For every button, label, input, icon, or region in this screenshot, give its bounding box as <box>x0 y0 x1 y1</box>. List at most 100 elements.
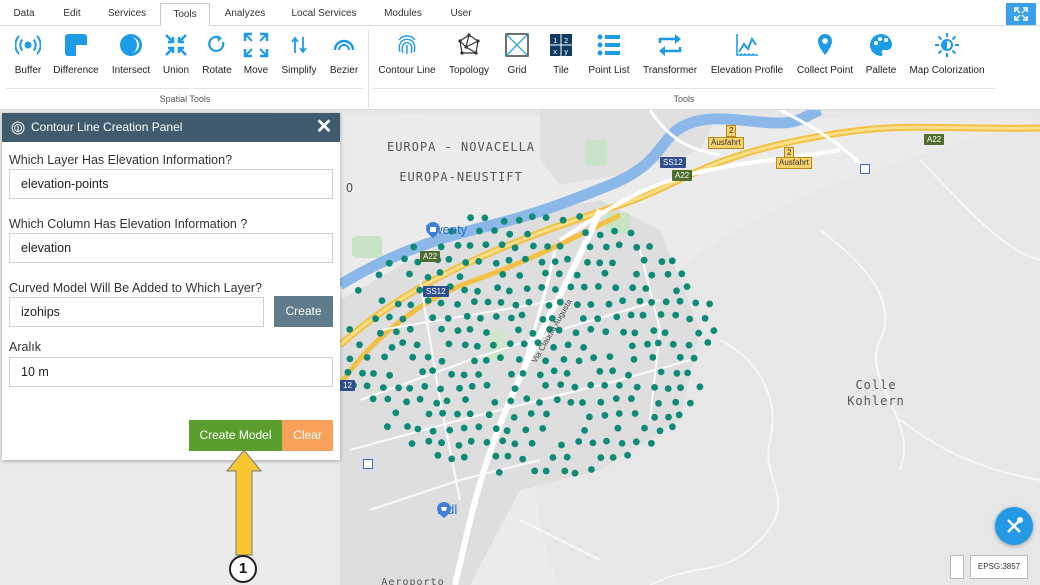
elevation-point <box>696 383 704 391</box>
elevation-point <box>631 329 639 337</box>
elevation-point <box>378 297 386 304</box>
elevation-point <box>370 370 377 377</box>
intersect-tool[interactable]: Intersect <box>108 32 154 80</box>
elevation-point <box>609 454 617 461</box>
elevation-point <box>406 270 413 278</box>
brightness-icon <box>935 33 959 57</box>
elevation-point <box>644 340 651 348</box>
elevation-point <box>613 313 621 321</box>
elevation-point <box>625 371 632 379</box>
elevation-point <box>385 259 393 267</box>
elevation-point <box>436 269 444 276</box>
elevation-point <box>529 329 537 337</box>
elevation-point <box>558 441 565 449</box>
bezier-tool[interactable]: Bezier <box>326 32 362 80</box>
tab-user[interactable]: User <box>444 3 478 26</box>
elevation-point <box>460 453 468 461</box>
elevation-point <box>363 382 371 390</box>
elevation-point <box>395 384 402 392</box>
tab-analyzes[interactable]: Analyzes <box>220 3 270 26</box>
elevation-point <box>483 439 491 446</box>
tab-services[interactable]: Services <box>102 3 152 26</box>
buffer-tool[interactable]: Buffer <box>7 32 49 80</box>
interval-input[interactable]: 10 m <box>9 357 333 387</box>
elevation-point <box>504 452 512 460</box>
transformer-tool[interactable]: Transformer <box>640 32 700 80</box>
elevation-point <box>454 301 461 308</box>
tab-local-services[interactable]: Local Services <box>286 3 362 26</box>
elevation-point <box>633 270 640 278</box>
create-model-button[interactable]: Create Model <box>189 420 282 451</box>
clear-button[interactable]: Clear <box>282 420 333 451</box>
fullscreen-button[interactable] <box>1006 3 1036 25</box>
elevation-point <box>641 424 648 432</box>
elevation-point <box>354 287 362 294</box>
grid-tool[interactable]: Grid <box>500 32 534 80</box>
map-colorization-tool[interactable]: Map Colorization <box>906 32 988 80</box>
elevation-layer-input[interactable]: elevation-points <box>9 169 333 199</box>
elevation-point <box>393 328 400 336</box>
tile-tool[interactable]: 1 2 x y Tile <box>544 32 578 80</box>
difference-tool[interactable]: Difference <box>50 32 102 80</box>
tools-fab-button[interactable] <box>995 507 1033 545</box>
scale-box <box>950 555 964 579</box>
elevation-point <box>609 259 616 267</box>
elevation-point <box>404 423 411 430</box>
elevation-point <box>552 286 559 293</box>
elevation-point <box>538 258 546 266</box>
road-shield: A22 <box>924 134 945 145</box>
elevation-point <box>403 398 410 406</box>
move-tool[interactable]: Move <box>238 32 274 80</box>
elevation-point <box>664 270 672 278</box>
elevation-column-input[interactable]: elevation <box>9 233 333 263</box>
ribbon-toolbar: Data Edit Services Tools Analyzes Local … <box>0 0 1040 110</box>
elevation-point <box>559 216 567 224</box>
tab-modules[interactable]: Modules <box>378 3 428 26</box>
tool-label: Topology <box>448 65 490 76</box>
elevation-point <box>516 272 524 279</box>
svg-text:x: x <box>553 48 557 56</box>
elevation-point <box>676 297 684 305</box>
collect-point-tool[interactable]: Collect Point <box>794 32 856 80</box>
elevation-point <box>511 440 519 448</box>
tab-tools[interactable]: Tools <box>160 3 210 26</box>
elevation-point <box>446 426 454 434</box>
tool-label: Transformer <box>642 65 698 76</box>
elevation-point <box>615 410 623 417</box>
elevation-point <box>661 329 669 337</box>
poi-twenty[interactable]: Twenty <box>426 222 467 238</box>
svg-text:2: 2 <box>564 37 568 45</box>
close-button[interactable]: ✕ <box>314 116 334 138</box>
contour-line-tool[interactable]: Contour Line <box>374 32 440 80</box>
elevation-point <box>639 311 647 319</box>
map-label-o: O <box>345 181 355 195</box>
elevation-point <box>528 439 536 447</box>
elevation-point <box>492 259 500 267</box>
simplify-tool[interactable]: Simplify <box>278 32 320 80</box>
topology-tool[interactable]: Topology <box>446 32 492 80</box>
elevation-point <box>594 315 602 323</box>
tab-edit[interactable]: Edit <box>54 3 90 26</box>
elevation-point <box>555 270 563 278</box>
tool-label: Union <box>162 65 190 76</box>
tab-data[interactable]: Data <box>6 3 42 26</box>
union-tool[interactable]: Union <box>158 32 194 80</box>
point-list-tool[interactable]: Point List <box>586 32 632 80</box>
poi-lidl[interactable]: Lidl <box>437 502 457 518</box>
elevation-point <box>633 243 641 251</box>
elevation-point <box>603 437 610 445</box>
elevation-point <box>429 427 437 435</box>
create-layer-button[interactable]: Create <box>274 296 333 327</box>
pallete-tool[interactable]: Pallete <box>862 32 900 80</box>
rotate-tool[interactable]: Rotate <box>198 32 236 80</box>
elevation-point <box>448 370 455 378</box>
elevation-point <box>628 395 635 403</box>
target-layer-input[interactable]: izohips <box>9 297 264 327</box>
elevation-point <box>454 241 462 249</box>
elevation-point <box>425 410 433 418</box>
elevation-point <box>462 259 470 266</box>
elevation-point <box>561 467 569 475</box>
elevation-point <box>584 258 591 266</box>
elevation-point <box>467 437 475 445</box>
elevation-profile-tool[interactable]: Elevation Profile <box>706 32 788 80</box>
